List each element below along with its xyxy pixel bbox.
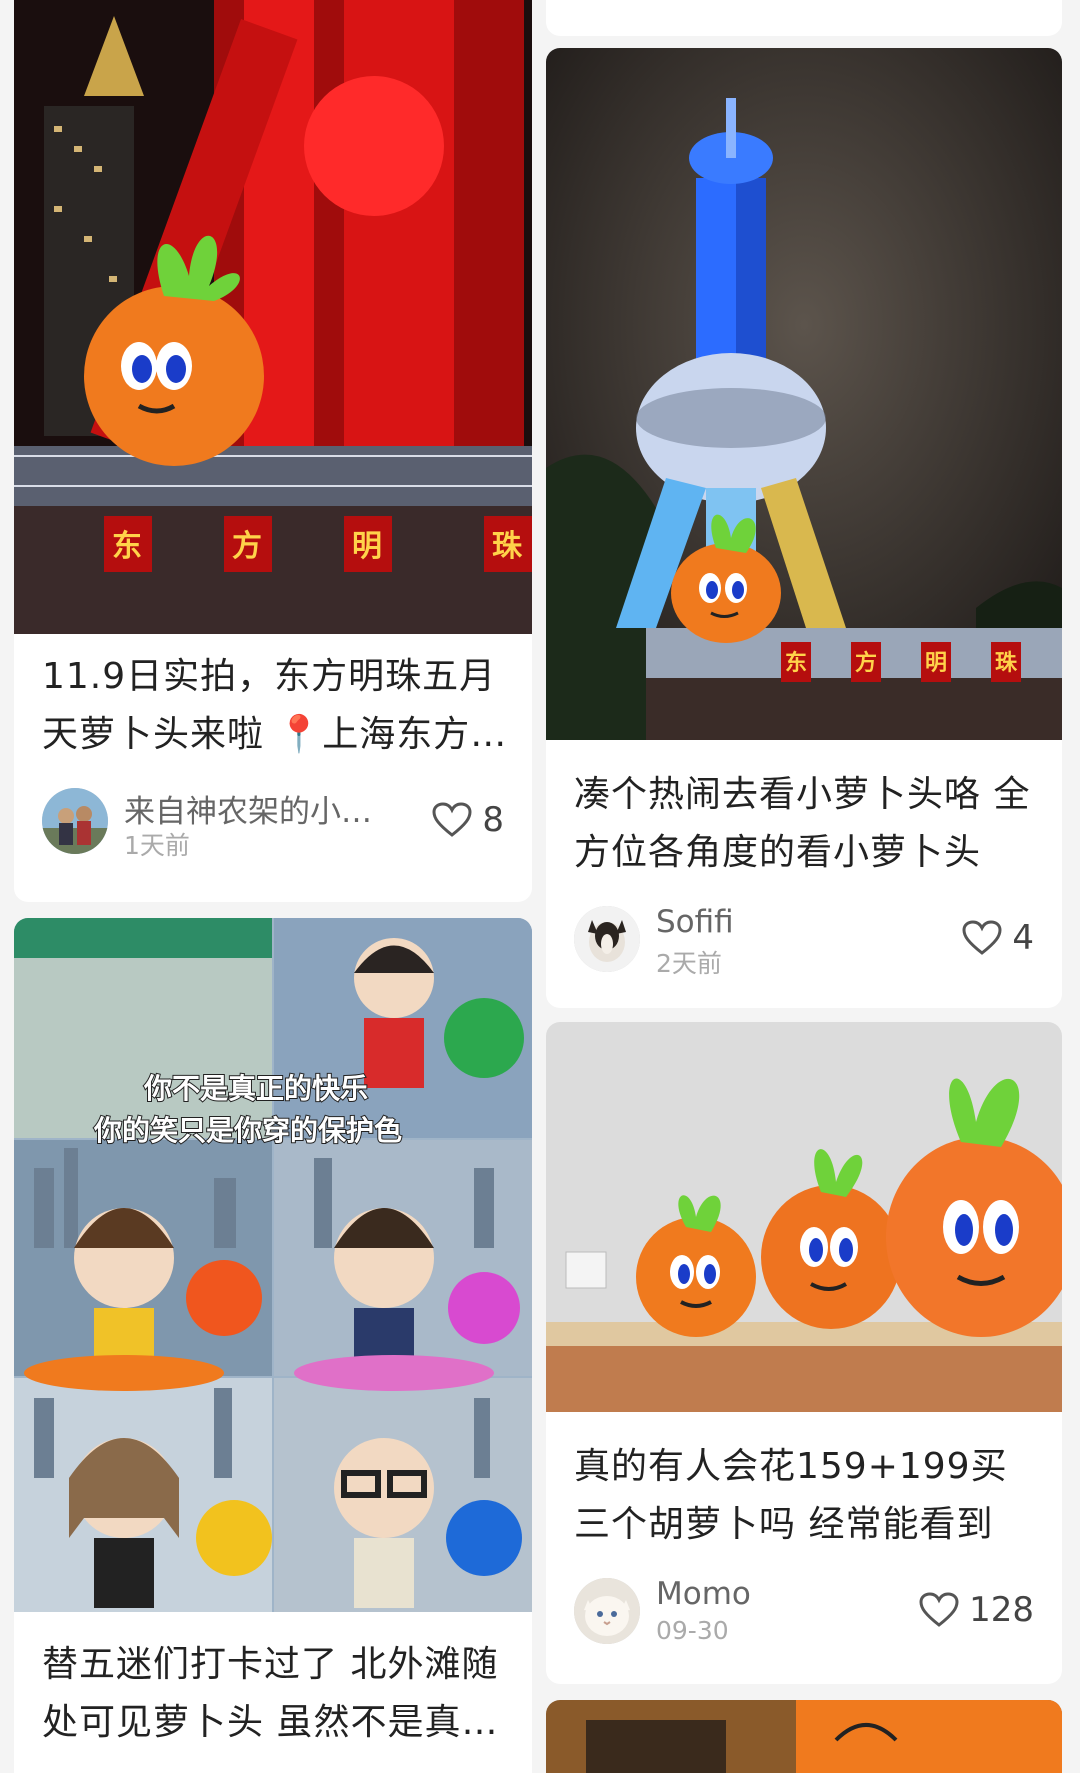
sign-char: 珠	[995, 651, 1018, 676]
note-cover-image[interactable]	[546, 1700, 1062, 1773]
note-card[interactable]: 东 方 明 珠 凑个热闹去看小萝卜头咯 全方位各角度的看小萝卜头 Sofifi …	[546, 48, 1062, 1008]
image-caption: 你的笑只是你穿的保护色	[93, 1114, 402, 1147]
heart-icon	[919, 1592, 959, 1627]
note-cover-image[interactable]	[546, 1022, 1062, 1412]
avatar[interactable]	[42, 788, 108, 854]
note-cover-image[interactable]: 东 方 明 珠	[546, 48, 1062, 740]
like-button[interactable]: 4	[962, 918, 1034, 958]
like-count: 4	[1012, 918, 1034, 958]
sign-char: 明	[352, 529, 382, 564]
sign-char: 东	[112, 529, 142, 564]
note-meta: 来自神农架的小… 1天前 8	[42, 786, 504, 860]
like-count: 128	[969, 1590, 1034, 1630]
post-time: 2天前	[656, 949, 722, 978]
sign-char: 珠	[492, 529, 523, 564]
heart-icon	[432, 802, 472, 837]
note-card-partial-top[interactable]	[546, 0, 1062, 36]
note-cover-image[interactable]: 你不是真正的快乐 你的笑只是你穿的保护色	[14, 918, 532, 1612]
note-card[interactable]: 东 方 明 珠 11.9日实拍，东方明珠五月天萝卜头来啦 📍上海东方明珠 来	[14, 0, 532, 902]
author-name[interactable]: Momo	[656, 1576, 751, 1612]
note-meta: Sofifi 2天前 4	[574, 904, 1034, 978]
note-card[interactable]: 真的有人会花159+199买三个胡萝卜吗 经常能看到 Momo 09-30 12…	[546, 1022, 1062, 1684]
avatar[interactable]	[574, 906, 640, 972]
sign-char: 东	[785, 650, 807, 676]
note-feed: 东 方 明 珠 11.9日实拍，东方明珠五月天萝卜头来啦 📍上海东方明珠 来	[0, 0, 1080, 1773]
avatar[interactable]	[574, 1578, 640, 1644]
note-title[interactable]: 11.9日实拍，东方明珠五月天萝卜头来啦 📍上海东方明珠	[42, 648, 508, 764]
heart-icon	[962, 920, 1002, 955]
note-title[interactable]: 真的有人会花159+199买三个胡萝卜吗 经常能看到	[574, 1438, 1038, 1554]
like-button[interactable]: 128	[919, 1590, 1034, 1630]
image-caption: 你不是真正的快乐	[143, 1072, 368, 1105]
author-name[interactable]: 来自神农架的小…	[124, 786, 372, 831]
post-time: 09-30	[656, 1616, 729, 1645]
post-time: 1天前	[124, 831, 190, 860]
note-meta: Momo 09-30 128	[574, 1576, 1034, 1648]
sign-char: 方	[855, 650, 877, 676]
note-card-partial[interactable]	[546, 1700, 1062, 1773]
sign-char: 明	[925, 651, 947, 676]
note-title[interactable]: 替五迷们打卡过了 北外滩随处可见萝卜头 虽然不是真正的快乐	[42, 1636, 508, 1752]
sign-char: 方	[232, 529, 262, 564]
author-name[interactable]: Sofifi	[656, 904, 734, 940]
note-card[interactable]: 你不是真正的快乐 你的笑只是你穿的保护色 替五迷们打卡过了 北外滩随处可见萝卜头…	[14, 918, 532, 1773]
like-count: 8	[482, 800, 504, 840]
like-button[interactable]: 8	[432, 800, 504, 840]
note-cover-image[interactable]: 东 方 明 珠	[14, 0, 532, 634]
note-title[interactable]: 凑个热闹去看小萝卜头咯 全方位各角度的看小萝卜头	[574, 766, 1038, 882]
